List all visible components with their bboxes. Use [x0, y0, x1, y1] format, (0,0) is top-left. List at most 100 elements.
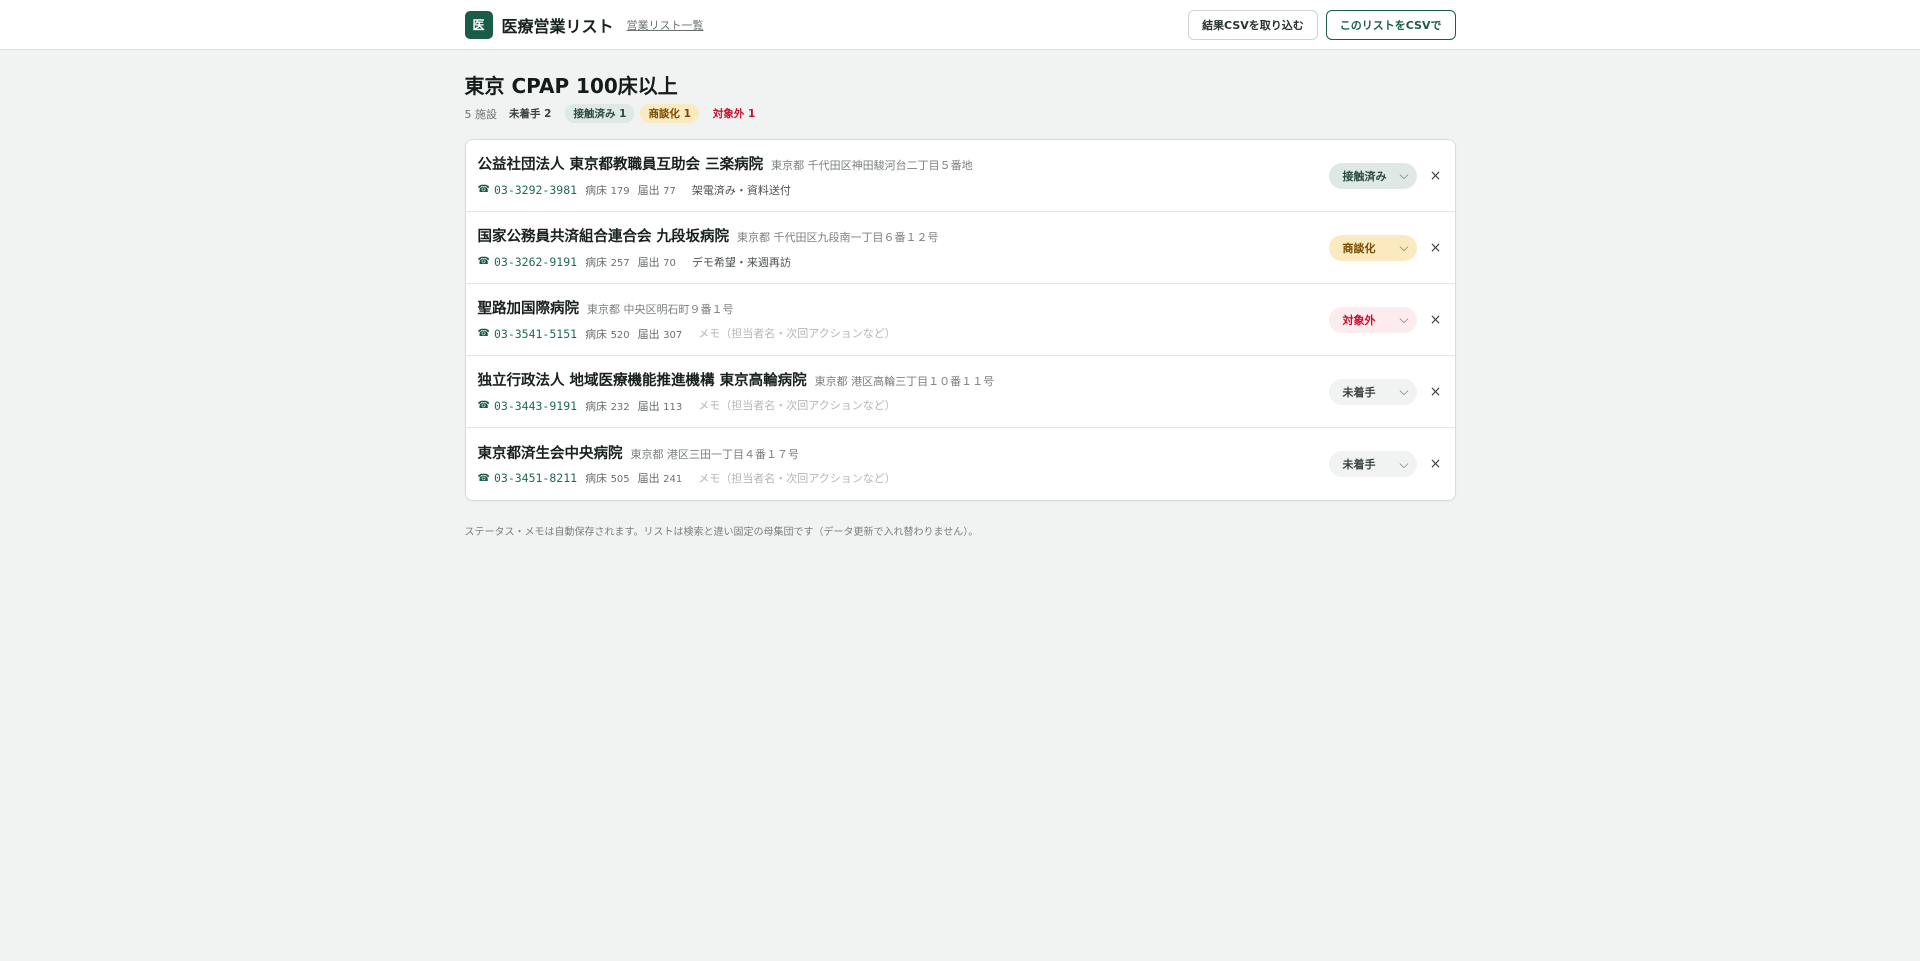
remove-button[interactable]: ×: [1429, 240, 1443, 256]
table-row: 東京都済生会中央病院 東京都 港区三田一丁目４番１７号 ☎ 03-3451-82…: [466, 428, 1455, 500]
table-row: 独立行政法人 地域医療機能推進機構 東京高輪病院 東京都 港区高輪三丁目１０番１…: [465, 356, 1455, 428]
chip-deal: 商談化 1: [640, 104, 699, 123]
filings-value: 307: [663, 329, 683, 341]
phone-number[interactable]: 03-3451-8211: [494, 471, 577, 485]
row-body: 公益社団法人 東京都教職員互助会 三楽病院 東京都 千代田区神田駿河台二丁目５番…: [478, 153, 1329, 198]
table-row: 公益社団法人 東京都教職員互助会 三楽病院 東京都 千代田区神田駿河台二丁目５番…: [465, 140, 1455, 212]
beds-label: 病床: [585, 399, 608, 413]
filings-value: 241: [663, 474, 683, 485]
remove-button[interactable]: ×: [1429, 312, 1443, 328]
export-csv-button[interactable]: このリストをCSVで: [1325, 9, 1456, 40]
phone-number[interactable]: 03-3443-9191: [494, 399, 577, 413]
filings-label: 届出: [637, 327, 660, 341]
chevron-down-icon: ⌵: [1399, 312, 1409, 326]
remove-button[interactable]: ×: [1429, 384, 1443, 400]
row-details: ☎ 03-3262-9191 病床 257 届出 70: [478, 253, 1329, 270]
filings-info: 届出 113: [638, 398, 683, 414]
row-body: 独立行政法人 地域医療機能推進機構 東京高輪病院 東京都 港区高輪三丁目１０番１…: [478, 369, 1329, 414]
filings-label: 届出: [637, 255, 660, 269]
beds-value: 520: [610, 329, 630, 341]
page-title: 東京 CPAP 100床以上: [464, 74, 678, 98]
facility-count: 5 施設: [465, 106, 498, 122]
beds-info: 病床 232: [585, 398, 630, 414]
status-label: 商談化: [1342, 241, 1376, 255]
facility-address: 東京都 港区高輪三丁目１０番１１号: [814, 375, 995, 388]
status-label: 接触済み: [1342, 169, 1387, 183]
filings-label: 届出: [637, 472, 660, 485]
filings-value: 70: [663, 257, 676, 269]
facility-list: 公益社団法人 東京都教職員互助会 三楽病院 東京都 千代田区神田駿河台二丁目５番…: [464, 139, 1456, 501]
app-logo: 医: [464, 10, 493, 39]
status-label: 対象外: [1342, 313, 1376, 327]
phone-number[interactable]: 03-3541-5151: [494, 327, 577, 341]
beds-label: 病床: [585, 327, 608, 341]
facility-name: 聖路加国際病院: [477, 301, 580, 317]
filings-info: 届出 77: [638, 182, 676, 198]
phone-icon: ☎: [477, 184, 490, 195]
beds-value: 232: [610, 401, 630, 413]
row-heading: 東京都済生会中央病院 東京都 港区三田一丁目４番１７号: [478, 442, 1329, 463]
main-content: 東京 CPAP 100床以上 5 施設 未着手 2 接触済み 1 商談化 1 対…: [464, 74, 1456, 538]
facility-name: 公益社団法人 東京都教職員互助会 三楽病院: [477, 157, 764, 173]
memo-input[interactable]: [698, 469, 1119, 487]
row-body: 聖路加国際病院 東京都 中央区明石町９番１号 ☎ 03-3541-5151 病床…: [478, 297, 1329, 342]
beds-value: 257: [610, 257, 630, 269]
filings-info: 届出 241: [638, 470, 683, 486]
phone-number[interactable]: 03-3262-9191: [494, 255, 577, 269]
status-dropdown[interactable]: 対象外 ⌵: [1328, 306, 1417, 333]
filings-value: 113: [663, 401, 683, 413]
chevron-down-icon: ⌵: [1399, 384, 1409, 398]
chevron-down-icon: ⌵: [1399, 456, 1409, 471]
phone-icon: ☎: [477, 256, 490, 267]
top-bar-inner: 医 医療営業リスト 営業リスト一覧 結果CSVを取り込む このリストをCSVで: [464, 0, 1456, 49]
facility-address: 東京都 中央区明石町９番１号: [587, 303, 734, 316]
status-dropdown[interactable]: 未着手 ⌵: [1328, 451, 1417, 477]
chip-not-started: 未着手 2: [509, 108, 552, 120]
filings-info: 届出 70: [638, 254, 676, 270]
chip-out-of-scope: 対象外 1: [712, 108, 756, 120]
row-details: ☎ 03-3292-3981 病床 179 届出 77: [478, 181, 1329, 198]
memo-input[interactable]: [698, 397, 1119, 414]
beds-info: 病床 520: [585, 326, 630, 342]
chevron-down-icon: ⌵: [1399, 168, 1409, 182]
phone-number[interactable]: 03-3292-3981: [494, 183, 577, 197]
status-summary: 5 施設 未着手 2 接触済み 1 商談化 1 対象外 1: [465, 104, 1456, 123]
beds-value: 505: [610, 474, 630, 485]
facility-name: 独立行政法人 地域医療機能推進機構 東京高輪病院: [477, 373, 807, 389]
import-csv-button[interactable]: 結果CSVを取り込む: [1188, 9, 1318, 40]
autosave-note: ステータス・メモは自動保存されます。リストは検索と違い固定の母集団です（データ更…: [464, 527, 979, 538]
table-row: 国家公務員共済組合連合会 九段坂病院 東京都 千代田区九段南一丁目６番１２号 ☎…: [465, 212, 1455, 284]
phone-icon: ☎: [477, 472, 490, 484]
row-details: ☎ 03-3541-5151 病床 520 届出 307: [478, 325, 1329, 342]
remove-button[interactable]: ×: [1429, 168, 1443, 184]
chip-contacted: 接触済み 1: [565, 104, 635, 123]
row-details: ☎ 03-3443-9191 病床 232 届出 113: [478, 397, 1329, 414]
phone-icon: ☎: [477, 400, 490, 411]
status-dropdown[interactable]: 接触済み ⌵: [1328, 162, 1417, 189]
row-heading: 聖路加国際病院 東京都 中央区明石町９番１号: [478, 297, 1329, 318]
memo-input[interactable]: [691, 181, 1112, 198]
memo-input[interactable]: [691, 253, 1112, 270]
filings-value: 77: [663, 185, 676, 197]
beds-value: 179: [610, 185, 630, 197]
beds-info: 病床 505: [585, 470, 630, 486]
facility-name: 東京都済生会中央病院: [477, 445, 623, 462]
beds-info: 病床 179: [585, 182, 630, 198]
facility-count-unit: 施設: [475, 107, 497, 121]
list-index-link[interactable]: 営業リスト一覧: [627, 17, 704, 33]
filings-info: 届出 307: [638, 326, 683, 342]
row-body: 国家公務員共済組合連合会 九段坂病院 東京都 千代田区九段南一丁目６番１２号 ☎…: [478, 225, 1329, 270]
memo-input[interactable]: [698, 325, 1119, 342]
status-label: 未着手: [1342, 458, 1376, 471]
facility-address: 東京都 千代田区神田駿河台二丁目５番地: [771, 159, 973, 172]
row-body: 東京都済生会中央病院 東京都 港区三田一丁目４番１７号 ☎ 03-3451-82…: [478, 442, 1329, 487]
filings-label: 届出: [637, 183, 660, 197]
status-label: 未着手: [1342, 385, 1376, 399]
status-dropdown[interactable]: 未着手 ⌵: [1328, 378, 1417, 405]
status-dropdown[interactable]: 商談化 ⌵: [1328, 234, 1417, 261]
remove-button[interactable]: ×: [1429, 456, 1443, 472]
top-bar: 医 医療営業リスト 営業リスト一覧 結果CSVを取り込む このリストをCSVで: [0, 0, 1920, 50]
beds-info: 病床 257: [585, 254, 630, 270]
row-heading: 国家公務員共済組合連合会 九段坂病院 東京都 千代田区九段南一丁目６番１２号: [478, 225, 1329, 246]
beds-label: 病床: [585, 255, 608, 269]
